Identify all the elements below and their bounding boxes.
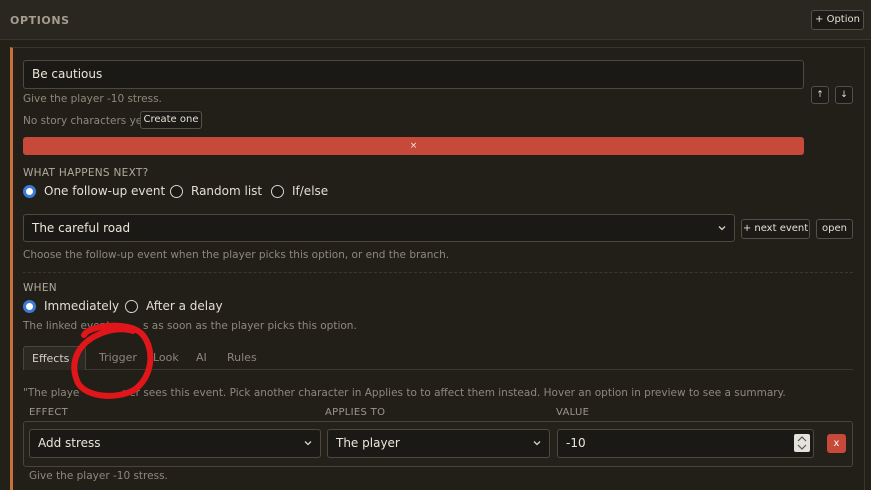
- when-help-start: The linked event: [23, 320, 111, 332]
- move-down-button[interactable]: ↓: [835, 86, 853, 104]
- remove-option-button[interactable]: ×: [23, 137, 804, 155]
- radio-checked-icon: [23, 299, 36, 313]
- create-character-button[interactable]: Create one: [140, 111, 202, 129]
- effect-type-select[interactable]: Add stress: [29, 429, 321, 458]
- applies-to-select[interactable]: The player: [327, 429, 550, 458]
- add-option-button[interactable]: + Option: [811, 10, 864, 30]
- open-event-button[interactable]: open: [816, 219, 853, 239]
- move-up-button[interactable]: ↑: [811, 86, 829, 104]
- tabs-underline: [23, 369, 853, 370]
- options-title: OPTIONS: [10, 14, 70, 27]
- no-characters-text: No story characters yet.: [23, 115, 150, 127]
- radio-random-list[interactable]: Random list: [170, 183, 262, 199]
- next-event-button[interactable]: + next event: [741, 219, 810, 239]
- radio-label: After a delay: [146, 299, 223, 313]
- when-help-end: s as soon as the player picks this optio…: [143, 320, 357, 332]
- radio-label: One follow-up event: [44, 184, 166, 198]
- option-text-input[interactable]: Be cautious: [23, 60, 804, 89]
- number-spinner-icon[interactable]: [794, 434, 810, 452]
- radio-if-else[interactable]: If/else: [271, 183, 328, 199]
- tab-trigger[interactable]: Trigger: [99, 346, 137, 370]
- radio-icon: [170, 184, 183, 198]
- radio-immediately[interactable]: Immediately: [23, 298, 119, 314]
- chevron-down-icon: [718, 226, 726, 231]
- chevron-down-icon: [533, 441, 541, 446]
- select-value: The player: [336, 436, 400, 450]
- radio-after-delay[interactable]: After a delay: [125, 298, 223, 314]
- radio-one-follow-up[interactable]: One follow-up event: [23, 183, 165, 199]
- radio-label: Random list: [191, 184, 263, 198]
- tab-ai[interactable]: AI: [196, 346, 207, 370]
- option-summary: Give the player -10 stress.: [23, 93, 162, 105]
- follow-up-event-select[interactable]: The careful road: [23, 214, 735, 242]
- applies-to-column-label: APPLIES TO: [325, 407, 386, 418]
- effects-note-start: "The playe: [23, 387, 80, 399]
- radio-label: Immediately: [44, 299, 120, 313]
- effect-value-input[interactable]: -10: [557, 429, 814, 458]
- radio-icon: [125, 299, 138, 313]
- select-value: The careful road: [32, 221, 131, 235]
- effects-note-end: ver sees this event. Pick another charac…: [123, 387, 786, 399]
- next-help-text: Choose the follow-up event when the play…: [23, 249, 450, 261]
- when-section-label: WHEN: [23, 282, 57, 294]
- delete-effect-button[interactable]: x: [827, 434, 846, 453]
- section-divider: [23, 272, 853, 273]
- value-column-label: VALUE: [556, 407, 590, 418]
- effect-column-label: EFFECT: [29, 407, 69, 418]
- radio-label: If/else: [292, 184, 329, 198]
- radio-icon: [271, 184, 284, 198]
- tab-rules[interactable]: Rules: [227, 346, 257, 370]
- chevron-down-icon: [304, 441, 312, 446]
- tab-look[interactable]: Look: [153, 346, 179, 370]
- radio-checked-icon: [23, 184, 36, 198]
- effect-row-summary: Give the player -10 stress.: [29, 470, 168, 482]
- tab-effects[interactable]: Effects (: [23, 346, 87, 370]
- next-section-label: WHAT HAPPENS NEXT?: [23, 167, 149, 179]
- options-header: OPTIONS + Option: [0, 0, 871, 40]
- select-value: Add stress: [38, 436, 101, 450]
